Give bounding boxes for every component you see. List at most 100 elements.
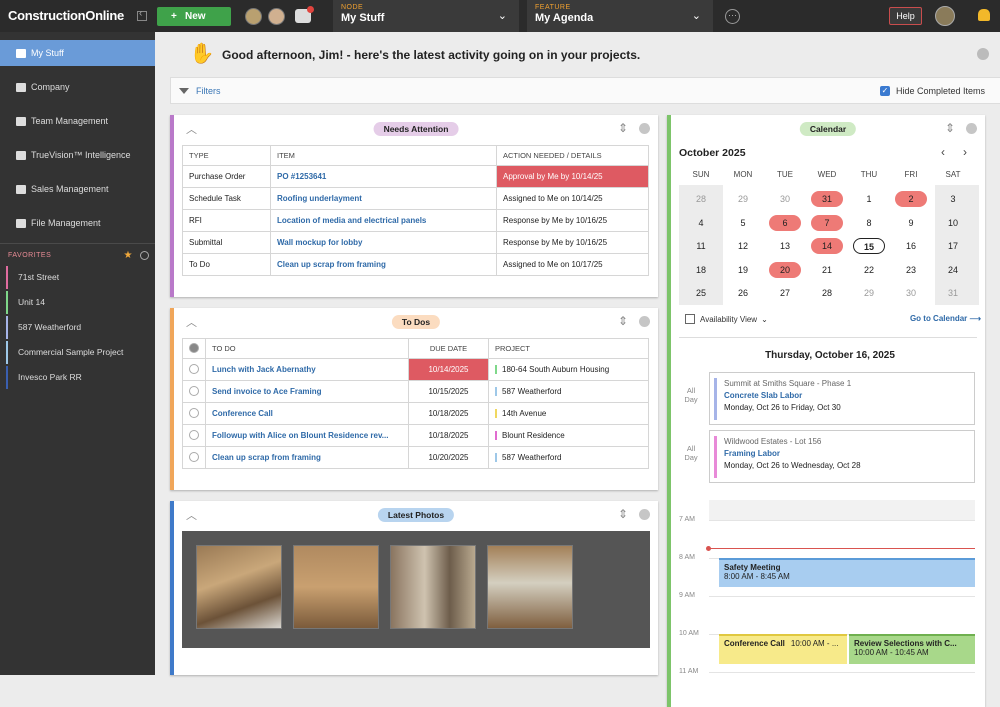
calendar-day[interactable]: 29 (853, 285, 885, 301)
sidebar-item[interactable]: TrueVision™ Intelligence (0, 142, 155, 168)
move-handle-icon[interactable]: ⇕ (618, 507, 628, 521)
move-handle-icon[interactable]: ⇕ (618, 314, 628, 328)
calendar-day[interactable]: 5 (727, 215, 759, 231)
collapse-caret-icon[interactable]: ︿ (186, 314, 197, 330)
hide-completed-toggle[interactable]: ✓ Hide Completed Items (879, 86, 985, 96)
profile-avatar[interactable] (935, 6, 955, 26)
table-cell[interactable] (182, 402, 206, 425)
calendar-day[interactable]: 27 (769, 285, 801, 301)
calendar-day[interactable]: 21 (811, 262, 843, 278)
prev-month-icon[interactable]: ‹ (941, 145, 945, 159)
favorite-item[interactable]: 587 Weatherford (6, 316, 155, 339)
event-card[interactable]: Wildwood Estates - Lot 156 Framing Labor M… (709, 430, 975, 483)
table-cell[interactable]: Conference Call (205, 402, 409, 425)
complete-checkbox-icon[interactable] (189, 451, 199, 462)
calendar-day[interactable]: 16 (895, 238, 927, 254)
availability-view-dropdown[interactable]: Availability View ⌄ (685, 314, 768, 324)
user-avatar[interactable] (245, 7, 262, 25)
calendar-day[interactable]: 30 (769, 191, 801, 207)
table-row[interactable]: To Do Clean up scrap from framing Assigned… (182, 253, 649, 276)
more-icon[interactable] (639, 509, 650, 520)
move-handle-icon[interactable]: ⇕ (618, 121, 628, 135)
table-cell[interactable]: Wall mockup for lobby (270, 231, 497, 254)
calendar-day[interactable]: 11 (685, 238, 717, 254)
table-row[interactable]: Submittal Wall mockup for lobby Response b… (182, 231, 649, 254)
table-cell[interactable] (182, 358, 206, 381)
calendar-day[interactable]: 9 (895, 215, 927, 231)
photo-thumbnail[interactable] (487, 545, 573, 629)
new-button[interactable]: + New (157, 6, 231, 26)
calendar-day[interactable]: 26 (727, 285, 759, 301)
calendar-day[interactable]: 8 (853, 215, 885, 231)
sidebar-item[interactable]: Sales Management (0, 176, 155, 202)
complete-checkbox-icon[interactable] (189, 385, 199, 396)
more-icon[interactable] (966, 123, 977, 134)
app-logo[interactable]: ConstructionOnline (0, 0, 125, 32)
bell-icon[interactable] (978, 9, 990, 21)
chat-icon[interactable] (295, 6, 314, 23)
complete-checkbox-icon[interactable] (189, 363, 199, 374)
calendar-day[interactable]: 6 (769, 214, 801, 231)
meeting-event[interactable]: Conference Call 10:00 AM - ... (719, 634, 847, 664)
more-icon[interactable] (977, 48, 989, 60)
help-button[interactable]: Help (889, 7, 922, 25)
collapse-caret-icon[interactable]: ︿ (186, 507, 197, 523)
calendar-day[interactable]: 28 (685, 191, 717, 207)
collapse-caret-icon[interactable]: ︿ (186, 121, 197, 137)
meeting-event[interactable]: Safety Meeting 8:00 AM - 8:45 AM (719, 558, 975, 587)
calendar-day[interactable]: 31 (937, 285, 969, 301)
meeting-event[interactable]: Review Selections with C... 10:00 AM - 10… (849, 634, 975, 664)
more-icon[interactable]: ··· (725, 8, 740, 24)
sidebar-item[interactable]: My Stuff (0, 40, 155, 66)
filters-label[interactable]: Filters (196, 86, 221, 96)
calendar-day[interactable]: 17 (937, 238, 969, 254)
table-row[interactable]: Schedule Task Roofing underlayment Assigne… (182, 187, 649, 210)
event-card[interactable]: Summit at Smiths Square - Phase 1 Concret… (709, 372, 975, 425)
table-row[interactable]: Followup with Alice on Blount Residence … (182, 424, 649, 447)
calendar-day[interactable]: 30 (895, 285, 927, 301)
calendar-day[interactable]: 4 (685, 215, 717, 231)
next-month-icon[interactable]: › (963, 145, 967, 159)
calendar-day[interactable]: 10 (937, 215, 969, 231)
favorite-item[interactable]: Commercial Sample Project (6, 341, 155, 364)
calendar-day[interactable]: 19 (727, 262, 759, 278)
table-cell[interactable]: Location of media and electrical panels (270, 209, 497, 232)
calendar-day[interactable]: 22 (853, 262, 885, 278)
filters-bar[interactable]: Filters ✓ Hide Completed Items (170, 77, 1000, 104)
photo-thumbnail[interactable] (196, 545, 282, 629)
collapse-sidebar-button[interactable] (137, 8, 147, 21)
calendar-day[interactable]: 18 (685, 262, 717, 278)
calendar-day[interactable]: 13 (769, 238, 801, 254)
favorite-item[interactable]: 71st Street (6, 266, 155, 289)
checkbox-icon[interactable]: ✓ (879, 86, 890, 96)
more-icon[interactable] (639, 123, 650, 134)
complete-checkbox-icon[interactable] (189, 429, 199, 440)
table-cell[interactable]: Send invoice to Ace Framing (205, 380, 409, 403)
feature-dropdown[interactable]: FEATURE My Agenda ⌄ (527, 0, 713, 32)
calendar-day[interactable]: 24 (937, 262, 969, 278)
table-cell[interactable]: Lunch with Jack Abernathy (205, 358, 409, 381)
photo-thumbnail[interactable] (293, 545, 379, 629)
table-cell[interactable]: Followup with Alice on Blount Residence … (205, 424, 409, 447)
calendar-day[interactable]: 28 (811, 285, 843, 301)
table-row[interactable]: Conference Call 10/18/2025 14th Avenue (182, 402, 649, 425)
calendar-day[interactable]: 12 (727, 238, 759, 254)
calendar-day[interactable]: 23 (895, 262, 927, 278)
star-icon[interactable]: ★ (124, 250, 133, 261)
calendar-day[interactable]: 31 (811, 191, 843, 207)
table-cell[interactable]: Clean up scrap from framing (205, 446, 409, 469)
table-row[interactable]: Lunch with Jack Abernathy 10/14/2025 180-6… (182, 358, 649, 381)
sidebar-item[interactable]: Company (0, 74, 155, 100)
calendar-day[interactable]: 7 (811, 214, 843, 231)
table-row[interactable]: Purchase Order PO #1253641 Approval by Me … (182, 165, 649, 188)
calendar-day[interactable]: 14 (811, 238, 843, 254)
photo-thumbnail[interactable] (390, 545, 476, 629)
move-handle-icon[interactable]: ⇕ (945, 121, 955, 135)
clock-icon[interactable] (140, 251, 149, 260)
table-cell[interactable] (182, 424, 206, 447)
favorite-item[interactable]: Invesco Park RR (6, 366, 155, 389)
table-cell[interactable]: PO #1253641 (270, 165, 497, 188)
check-all-icon[interactable] (189, 342, 199, 353)
node-dropdown[interactable]: NODE My Stuff ⌄ (333, 0, 519, 32)
table-cell[interactable]: Clean up scrap from framing (270, 253, 497, 276)
